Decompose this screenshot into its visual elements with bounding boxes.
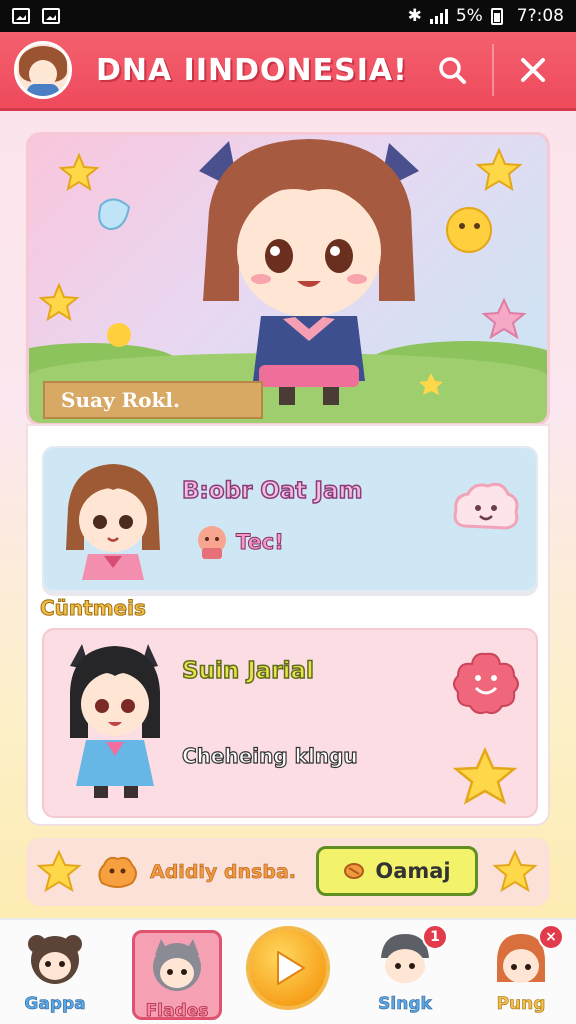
bottom-nav: Gappa Flades Singk 1 Pung × — [0, 918, 576, 1024]
nav-label: Pung — [496, 994, 546, 1015]
card-subtitle: Cheheing klngu — [181, 743, 358, 768]
bluetooth-icon: ✱ — [407, 6, 422, 26]
star-icon — [492, 849, 538, 893]
section-label: Cüntmeis — [40, 596, 147, 621]
tag-chip[interactable]: Tec! — [194, 524, 284, 560]
nav-item-gappa[interactable]: Gappa — [10, 930, 100, 1020]
close-badge[interactable]: × — [538, 924, 564, 950]
list-item[interactable]: B:obr Oat Jam Tec! — [42, 446, 538, 592]
character-name-tag: Suay Rokl. — [43, 381, 263, 419]
avatar[interactable] — [14, 41, 72, 99]
tag-label: Tec! — [236, 530, 285, 555]
cta-button[interactable]: Oamaj — [316, 846, 478, 896]
clock: 7?:08 — [516, 6, 564, 26]
play-icon — [277, 951, 305, 985]
gallery-icon — [12, 8, 30, 24]
notification-badge: 1 — [422, 924, 448, 950]
search-icon — [439, 57, 466, 84]
candy-icon — [344, 863, 365, 879]
cloud-smile-icon[interactable] — [450, 478, 520, 542]
blob-icon — [98, 856, 137, 888]
battery-level: 5% — [455, 6, 483, 26]
nav-label: Flades — [145, 1001, 209, 1022]
nav-label: Gappa — [24, 994, 86, 1015]
bear-icon — [28, 935, 82, 984]
card-title: B:obr Oat Jam — [181, 477, 363, 505]
nav-item-pung[interactable]: Pung × — [476, 924, 566, 1020]
action-text: Adidiy dnsba. — [150, 861, 297, 884]
character-portrait — [70, 644, 160, 798]
app-title: DNA IINDONESIA! — [96, 52, 408, 88]
list-item[interactable]: Suin Jarial Cheheing klngu — [42, 628, 538, 818]
status-bar: ✱ 5% 7?:08 — [0, 0, 576, 32]
image-icon — [42, 8, 60, 24]
search-button[interactable] — [426, 44, 478, 96]
signal-icon — [429, 8, 448, 24]
app-header: DNA IINDONESIA! — [0, 32, 576, 108]
play-button[interactable] — [246, 926, 330, 1010]
star-icon[interactable] — [450, 746, 520, 806]
battery-icon — [490, 7, 503, 25]
hero-banner: Suay Rokl. — [26, 132, 550, 426]
character-mini-icon — [198, 526, 226, 559]
close-icon — [521, 58, 545, 82]
flower-smile-icon[interactable] — [450, 650, 522, 716]
nav-item-flades[interactable]: Flades — [132, 930, 222, 1022]
cta-label: Oamaj — [375, 859, 451, 883]
hero-character — [199, 139, 419, 405]
nav-item-singk[interactable]: Singk 1 — [360, 924, 450, 1020]
close-button[interactable] — [492, 44, 562, 96]
cat-girl-icon — [153, 939, 201, 991]
nav-label: Singk — [378, 994, 432, 1015]
star-icon — [36, 849, 82, 893]
card-title: Suin Jarial — [181, 657, 314, 685]
content-panel: B:obr Oat Jam Tec! Cüntmeis Suin Jarial … — [26, 424, 550, 826]
character-portrait — [66, 464, 160, 580]
action-bar: Adidiy dnsba. Oamaj — [26, 838, 550, 906]
